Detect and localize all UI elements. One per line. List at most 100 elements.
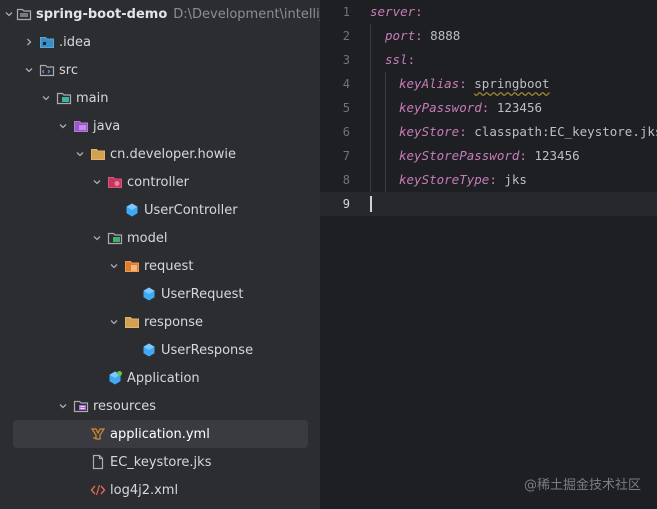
- tree-item-resources[interactable]: resources: [0, 392, 320, 420]
- ide-window: spring-boot-demo D:\Development\intellij…: [0, 0, 657, 509]
- tree-item-log4j2-xml[interactable]: log4j2.xml: [0, 476, 320, 504]
- yaml-key: keyAlias: [399, 76, 460, 91]
- yaml-value: jks: [504, 172, 527, 187]
- tree-item-label: EC_keystore.jks: [110, 454, 212, 470]
- tree-item-label: response: [144, 314, 204, 330]
- code-line-1[interactable]: server:: [370, 0, 423, 24]
- yaml-value: 8888: [430, 28, 461, 43]
- tree-item-root[interactable]: spring-boot-demo D:\Development\intellij…: [0, 0, 320, 28]
- yaml-value: classpath:EC_keystore.jks: [474, 124, 657, 139]
- chevron-down-icon[interactable]: [89, 230, 105, 246]
- chevron-down-icon[interactable]: [106, 258, 122, 274]
- project-root-name: spring-boot-demo: [36, 6, 168, 22]
- spring-app-icon: [107, 370, 123, 386]
- code-line-3[interactable]: ssl:: [385, 48, 415, 72]
- code-line-4[interactable]: keyAlias: springboot: [399, 72, 550, 96]
- class-icon: [141, 342, 157, 358]
- tree-item-label: UserController: [144, 202, 238, 218]
- tree-item-label: Application: [127, 370, 200, 386]
- class-icon: [141, 286, 157, 302]
- code-line-5[interactable]: keyPassword: 123456: [399, 96, 542, 120]
- tree-item-label: cn.developer.howie: [110, 146, 236, 162]
- line-number: 2: [342, 29, 350, 43]
- indent-guide: [385, 72, 386, 192]
- yaml-key: keyStoreType: [399, 172, 490, 187]
- tree-item-user-response[interactable]: UserResponse: [0, 336, 320, 364]
- chevron-down-icon[interactable]: [72, 146, 88, 162]
- tree-item-user-request[interactable]: UserRequest: [0, 280, 320, 308]
- tree-item-src[interactable]: src: [0, 56, 320, 84]
- folder-icon: [56, 90, 72, 106]
- line-number-current: 9: [342, 197, 350, 211]
- package-icon: [90, 146, 106, 162]
- tree-item-package-root[interactable]: cn.developer.howie: [0, 140, 320, 168]
- yaml-key: port: [385, 28, 416, 43]
- tree-item-controller[interactable]: controller: [0, 168, 320, 196]
- tree-item-label: UserRequest: [161, 286, 244, 302]
- chevron-down-icon[interactable]: [89, 174, 105, 190]
- tree-item-application[interactable]: Application: [0, 364, 320, 392]
- watermark: @稀土掘金技术社区: [523, 478, 641, 493]
- tree-item-label: controller: [127, 174, 190, 190]
- code-line-7[interactable]: keyStorePassword: 123456: [399, 144, 580, 168]
- model-package-icon: [107, 230, 123, 246]
- chevron-down-icon[interactable]: [4, 6, 14, 22]
- code-line-6[interactable]: keyStore: classpath:EC_keystore.jks: [399, 120, 657, 144]
- request-package-icon: [124, 258, 140, 274]
- xml-file-icon: [90, 482, 106, 498]
- tree-item-label: resources: [93, 398, 157, 414]
- tree-item-main[interactable]: main: [0, 84, 320, 112]
- chevron-down-icon[interactable]: [55, 118, 71, 134]
- tree-item-label: log4j2.xml: [110, 482, 179, 498]
- folder-icon: [39, 34, 55, 50]
- line-number: 4: [342, 77, 350, 91]
- line-number: 8: [342, 173, 350, 187]
- tree-item-response[interactable]: response: [0, 308, 320, 336]
- tree-item-label: request: [144, 258, 194, 274]
- yaml-key: server: [370, 4, 416, 19]
- tree-item-user-controller[interactable]: UserController: [0, 196, 320, 224]
- response-package-icon: [124, 314, 140, 330]
- tree-item-label: model: [127, 230, 168, 246]
- java-source-root-icon: [73, 118, 89, 134]
- class-icon: [124, 202, 140, 218]
- yaml-value: 123456: [534, 148, 580, 163]
- module-folder-icon: [16, 6, 32, 22]
- tree-item-java[interactable]: java: [0, 112, 320, 140]
- tree-item-label: .idea: [59, 34, 91, 50]
- line-number: 3: [342, 53, 350, 67]
- chevron-right-icon[interactable]: [21, 34, 37, 50]
- tree-item-label: src: [59, 62, 78, 78]
- chevron-down-icon[interactable]: [21, 62, 37, 78]
- text-caret: [370, 196, 372, 212]
- tree-item-application-yml[interactable]: application.yml: [0, 420, 320, 448]
- line-number: 6: [342, 125, 350, 139]
- yaml-key: ssl: [385, 52, 408, 67]
- tree-item-label: application.yml: [110, 426, 210, 442]
- indent-guide: [370, 24, 371, 192]
- yaml-file-icon: [90, 426, 106, 442]
- yaml-value: 123456: [496, 100, 543, 115]
- tree-item-label: main: [76, 90, 109, 106]
- code-line-2[interactable]: port: 8888: [385, 24, 460, 48]
- tree-item-idea[interactable]: .idea: [0, 28, 320, 56]
- tree-item-request[interactable]: request: [0, 252, 320, 280]
- tree-item-model[interactable]: model: [0, 224, 320, 252]
- file-icon: [90, 454, 106, 470]
- code-line-8[interactable]: keyStoreType: jks: [399, 168, 527, 192]
- tree-item-ec-keystore[interactable]: EC_keystore.jks: [0, 448, 320, 476]
- controller-package-icon: [107, 174, 123, 190]
- yaml-key: keyPassword: [399, 100, 482, 115]
- chevron-down-icon[interactable]: [106, 314, 122, 330]
- resources-folder-icon: [73, 398, 89, 414]
- code-editor[interactable]: 1 2 3 4 5 6 7 8 9 server: port: 8888 ssl…: [320, 0, 657, 509]
- line-number: 7: [342, 149, 350, 163]
- project-tree[interactable]: spring-boot-demo D:\Development\intellij…: [0, 0, 320, 509]
- chevron-down-icon[interactable]: [55, 398, 71, 414]
- tree-item-label: java: [93, 118, 121, 134]
- line-number-gutter[interactable]: 1 2 3 4 5 6 7 8 9: [320, 0, 368, 509]
- tree-item-label: UserResponse: [161, 342, 254, 358]
- line-number: 5: [342, 101, 350, 115]
- yaml-value: springboot: [474, 76, 550, 91]
- chevron-down-icon[interactable]: [38, 90, 54, 106]
